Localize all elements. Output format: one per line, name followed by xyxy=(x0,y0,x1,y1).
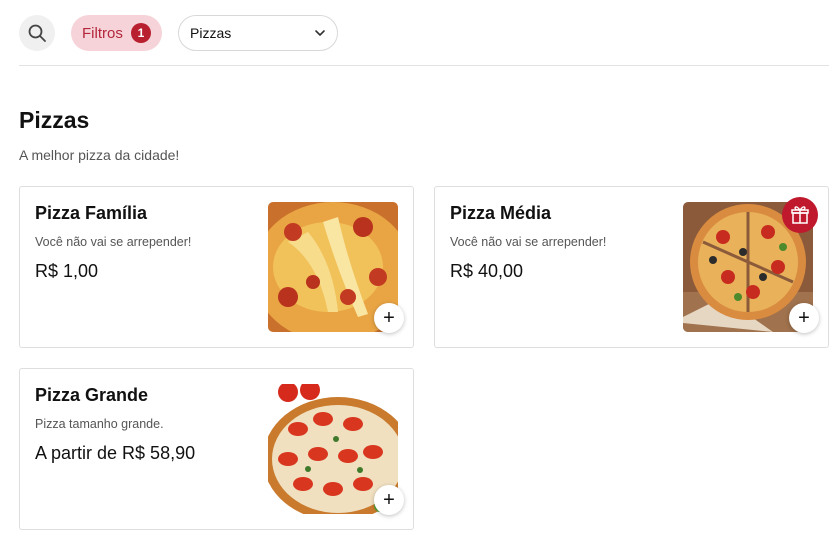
product-description: Você não vai se arrepender! xyxy=(450,235,607,249)
product-price: R$ 1,00 xyxy=(35,261,99,281)
product-name: Pizza Família xyxy=(35,203,148,223)
chevron-down-icon xyxy=(315,30,325,36)
product-price: R$ 40,00 xyxy=(450,261,524,281)
section-subtitle: A melhor pizza da cidade! xyxy=(19,147,180,163)
product-description: Você não vai se arrepender! xyxy=(35,235,192,249)
add-to-cart-button[interactable]: + xyxy=(374,303,404,333)
search-icon xyxy=(28,24,46,42)
add-to-cart-button[interactable]: + xyxy=(374,485,404,515)
filter-count-badge: 1 xyxy=(131,23,151,43)
search-button[interactable] xyxy=(19,15,55,51)
product-card-pizza-familia[interactable]: Pizza Família Você não vai se arrepender… xyxy=(19,186,414,348)
product-card-pizza-grande[interactable]: Pizza Grande Pizza tamanho grande. A par… xyxy=(19,368,414,530)
product-name: Pizza Grande xyxy=(35,385,149,405)
product-price: A partir de R$ 58,90 xyxy=(35,443,196,463)
category-select-value: Pizzas xyxy=(190,25,232,41)
product-name: Pizza Média xyxy=(450,203,552,223)
toolbar-divider xyxy=(19,65,829,66)
product-card-pizza-media[interactable]: Pizza Média Você não vai se arrepender! … xyxy=(434,186,829,348)
add-to-cart-button[interactable]: + xyxy=(789,303,819,333)
toolbar: Filtros 1 Pizzas xyxy=(19,15,829,51)
gift-badge xyxy=(782,197,818,233)
gift-icon xyxy=(791,206,809,224)
product-description: Pizza tamanho grande. xyxy=(35,417,164,431)
filter-label: Filtros xyxy=(82,24,123,42)
category-select[interactable]: Pizzas xyxy=(178,15,338,51)
section-title: Pizzas xyxy=(19,107,90,133)
filter-button[interactable]: Filtros 1 xyxy=(71,15,162,51)
